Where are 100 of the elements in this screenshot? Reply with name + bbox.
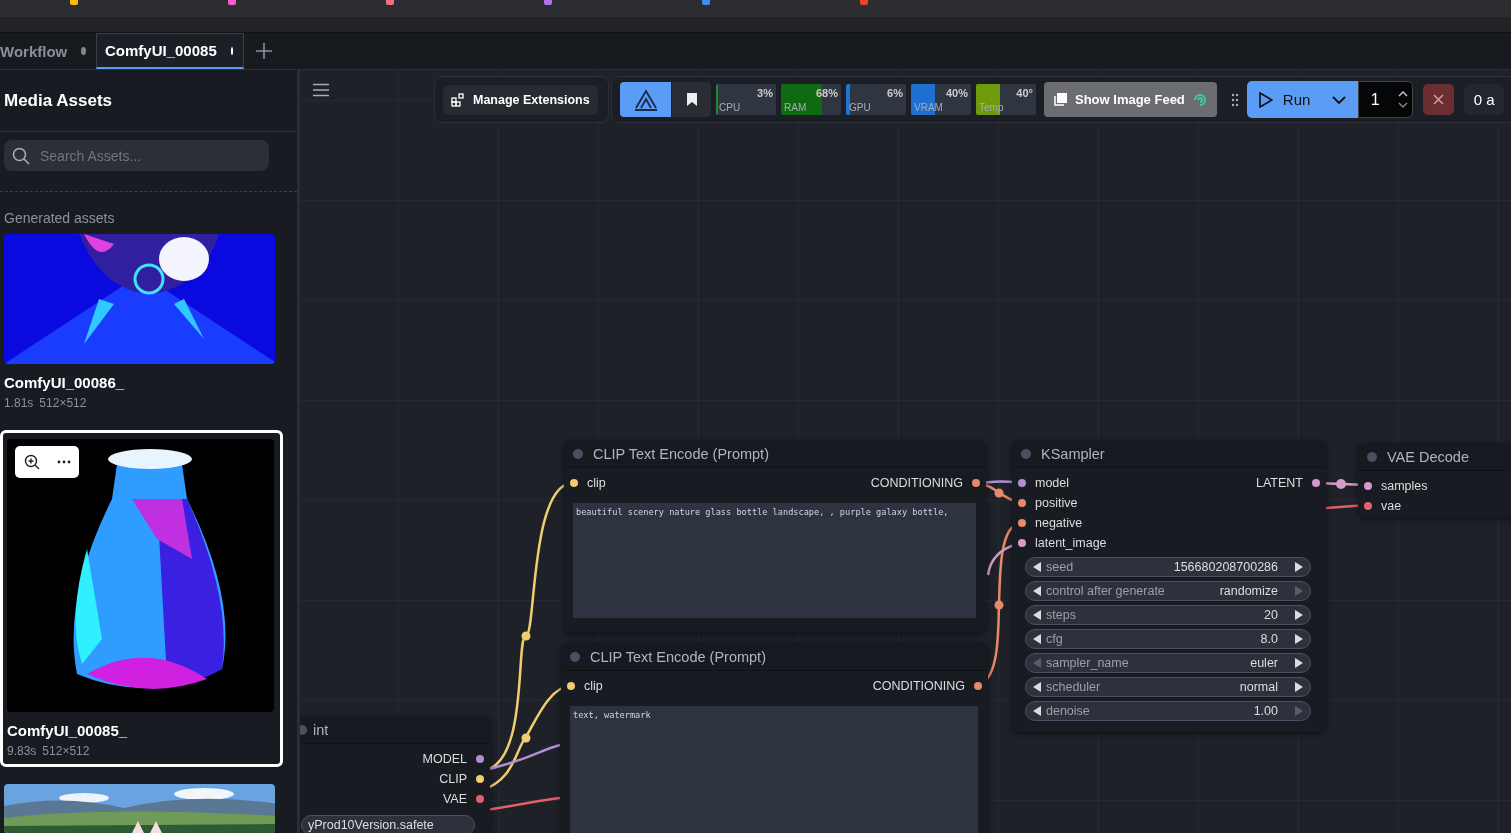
collapse-dot-icon[interactable]: [570, 651, 580, 662]
widget-field[interactable]: denoise 1.00: [1025, 701, 1311, 721]
widget-field[interactable]: cfg 8.0: [1025, 629, 1311, 649]
input-slot[interactable]: samples: [1364, 479, 1428, 493]
slot-dot[interactable]: [567, 682, 575, 690]
meter-reading: 6%: [887, 87, 903, 99]
bookmark-icon[interactable]: [228, 0, 236, 5]
node-header[interactable]: int: [300, 716, 490, 744]
bookmark-icon[interactable]: [386, 0, 394, 5]
slot-dot[interactable]: [476, 755, 484, 763]
increase-arrow-icon[interactable]: [1294, 610, 1304, 620]
search-input[interactable]: Search Assets...: [38, 146, 238, 165]
widget-field[interactable]: scheduler normal: [1025, 677, 1311, 697]
search-field[interactable]: Search Assets...: [4, 140, 269, 171]
input-slot[interactable]: clip: [570, 476, 606, 490]
node-title: CLIP Text Encode (Prompt): [590, 648, 766, 665]
bookmark-icon[interactable]: [70, 0, 78, 5]
slot-dot[interactable]: [1018, 519, 1026, 527]
output-slot[interactable]: CLIP: [439, 772, 484, 786]
increase-arrow-icon[interactable]: [1294, 658, 1304, 668]
meter-label: CPU: [719, 102, 741, 113]
prompt-text-field[interactable]: beautiful scenery nature glass bottle landscape, , purple galaxy bottle,: [573, 503, 976, 618]
reroute-dot[interactable]: [1336, 479, 1346, 489]
bookmark-icon[interactable]: [544, 0, 552, 5]
slot-dot[interactable]: [972, 479, 980, 487]
input-slot[interactable]: negative: [1018, 516, 1083, 530]
decrement-icon[interactable]: [1397, 102, 1408, 109]
slot-dot[interactable]: [974, 682, 982, 690]
input-slot[interactable]: latent_image: [1018, 536, 1107, 550]
cancel-button[interactable]: [1422, 84, 1454, 115]
manage-extensions-button[interactable]: Manage Extensions: [443, 84, 598, 115]
collapse-dot-icon[interactable]: [1021, 448, 1031, 459]
extensions-icon: [451, 92, 465, 107]
node-header[interactable]: CLIP Text Encode (Prompt): [564, 440, 986, 468]
input-slot[interactable]: model: [1018, 476, 1070, 490]
widget-field[interactable]: steps 20: [1025, 605, 1311, 625]
increase-arrow-icon[interactable]: [1294, 682, 1304, 692]
run-options-button[interactable]: [1320, 81, 1358, 118]
decrease-arrow-icon[interactable]: [1032, 562, 1042, 572]
input-slot[interactable]: positive: [1018, 496, 1078, 510]
more-button[interactable]: [56, 460, 71, 464]
unsaved-dot-icon: [81, 47, 86, 55]
menu-button[interactable]: [312, 83, 330, 97]
input-slot[interactable]: vae: [1364, 499, 1402, 513]
bookmark-icon[interactable]: [702, 0, 710, 5]
decrease-arrow-icon[interactable]: [1032, 682, 1042, 692]
more-icon: [56, 460, 71, 464]
run-button[interactable]: Run: [1246, 81, 1321, 118]
zoom-in-icon: [23, 454, 40, 470]
widget-field[interactable]: sampler_name euler: [1025, 653, 1311, 673]
drag-handle-icon[interactable]: [1230, 92, 1239, 107]
slot-dot[interactable]: [476, 775, 484, 783]
reroute-dot[interactable]: [521, 733, 531, 743]
node-canvas[interactable]: [300, 70, 1511, 833]
slot-dot[interactable]: [1312, 479, 1320, 487]
collapse-dot-icon[interactable]: [300, 724, 307, 735]
bookmark-button[interactable]: [672, 82, 711, 117]
decrease-arrow-icon[interactable]: [1032, 610, 1042, 620]
collapse-dot-icon[interactable]: [1367, 451, 1377, 462]
workflow-tab[interactable]: Workflow: [0, 33, 96, 69]
asset-name: ComfyUI_00085_: [7, 722, 129, 739]
output-slot[interactable]: MODEL: [422, 752, 484, 766]
queue-button[interactable]: 0 a: [1463, 84, 1504, 115]
slot-dot[interactable]: [1018, 539, 1026, 547]
decrease-arrow-icon[interactable]: [1032, 586, 1042, 596]
output-slot[interactable]: VAE: [442, 792, 484, 806]
widget-field[interactable]: seed 156680208700286: [1025, 557, 1311, 577]
logo-button[interactable]: [620, 82, 671, 117]
slot-dot[interactable]: [570, 479, 578, 487]
slot-dot[interactable]: [476, 795, 484, 803]
decrease-arrow-icon[interactable]: [1032, 706, 1042, 716]
increment-icon[interactable]: [1397, 90, 1408, 97]
node-header[interactable]: VAE Decode: [1358, 443, 1511, 471]
workflow-tab[interactable]: ComfyUI_00085: [96, 33, 244, 69]
bookmark-icon[interactable]: [860, 0, 868, 5]
increase-arrow-icon[interactable]: [1294, 634, 1304, 644]
slot-dot[interactable]: [1364, 482, 1372, 490]
reroute-dot[interactable]: [994, 488, 1004, 498]
reroute-dot[interactable]: [994, 600, 1004, 610]
decrease-arrow-icon[interactable]: [1032, 634, 1042, 644]
batch-count-field[interactable]: 1: [1357, 81, 1413, 118]
slot-dot[interactable]: [1018, 479, 1026, 487]
selected-asset-card[interactable]: ComfyUI_00085_ 9.83s 512×512: [0, 430, 283, 767]
reroute-dot[interactable]: [521, 631, 531, 641]
collapse-dot-icon[interactable]: [573, 448, 583, 459]
show-image-feed-button[interactable]: Show Image Feed: [1044, 82, 1217, 117]
search-icon: [12, 146, 30, 165]
node-header[interactable]: KSampler: [1012, 440, 1326, 468]
prompt-text-field[interactable]: text, watermark: [570, 706, 978, 833]
output-slot[interactable]: CONDITIONING: [870, 476, 980, 490]
node-header[interactable]: CLIP Text Encode (Prompt): [561, 643, 988, 671]
widget-field[interactable]: control after generate randomize: [1025, 581, 1311, 601]
output-slot[interactable]: LATENT: [1256, 476, 1320, 490]
widget-field[interactable]: yProd10Version.safete: [301, 815, 475, 833]
slot-dot[interactable]: [1018, 499, 1026, 507]
slot-dot[interactable]: [1364, 502, 1372, 510]
zoom-in-button[interactable]: [23, 454, 40, 470]
increase-arrow-icon[interactable]: [1294, 562, 1304, 572]
output-slot[interactable]: CONDITIONING: [872, 679, 982, 693]
input-slot[interactable]: clip: [567, 679, 603, 693]
